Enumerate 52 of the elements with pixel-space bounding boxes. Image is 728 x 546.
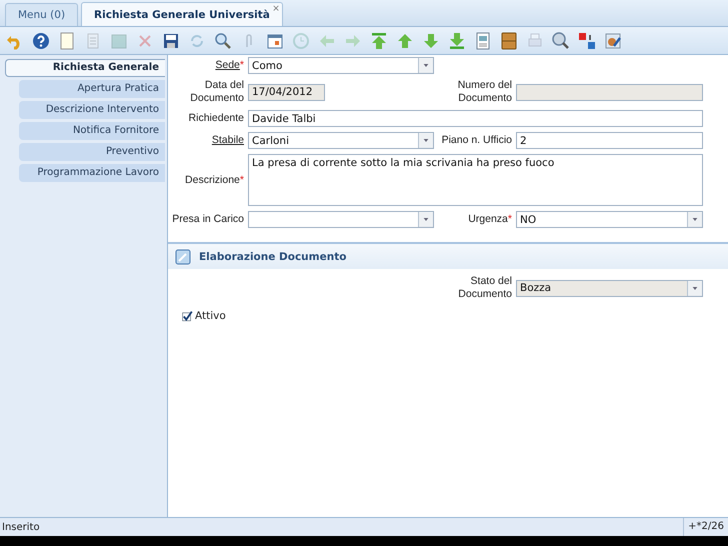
dropdown-arrow-icon[interactable] <box>418 212 433 227</box>
cabinet-icon[interactable] <box>500 32 518 50</box>
input-field[interactable] <box>516 84 703 100</box>
field-label: Numero del Documento <box>456 79 512 105</box>
field-label: Urgenza* <box>467 213 512 226</box>
dropdown-field[interactable]: Como <box>248 57 434 74</box>
top-arrow-icon[interactable] <box>370 32 388 50</box>
down-arrow-icon[interactable] <box>422 32 440 50</box>
tab[interactable]: Richiesta Generale Università × <box>81 2 283 26</box>
report-icon[interactable] <box>474 32 492 50</box>
sidebar-item[interactable]: Programmazione Lavoro <box>19 164 165 182</box>
calendar-icon[interactable] <box>266 32 284 50</box>
dropdown-field[interactable]: NO <box>516 211 703 228</box>
field-label: Stato del Documento <box>457 275 512 301</box>
sidebar-item[interactable]: Notifica Fornitore <box>19 122 165 140</box>
close-icon[interactable]: × <box>272 4 280 14</box>
sidebar-item[interactable]: Apertura Pratica <box>19 80 165 98</box>
tab[interactable]: Menu (0) <box>5 3 78 26</box>
field-label: Presa in Carico <box>172 213 244 226</box>
up-arrow-icon[interactable] <box>396 32 414 50</box>
input-field[interactable]: Davide Talbi <box>248 110 703 127</box>
dropdown-arrow-icon[interactable] <box>687 212 702 227</box>
input-field[interactable]: 2 <box>516 132 703 149</box>
dropdown-field[interactable]: Carloni <box>248 132 434 149</box>
dropdown-arrow-icon[interactable] <box>418 133 433 148</box>
date-field[interactable]: 17/04/2012 <box>248 84 325 100</box>
field-label: Piano n. Ufficio <box>440 134 512 147</box>
checkbox-label: Attivo <box>195 310 226 322</box>
field-label: Descrizione* <box>184 174 244 186</box>
dropdown-arrow-icon[interactable] <box>418 58 433 73</box>
field-label: Sede* <box>214 59 244 72</box>
document-icon[interactable] <box>58 32 76 50</box>
search-icon[interactable] <box>214 32 232 50</box>
sidebar-item[interactable]: Richiesta Generale <box>5 59 165 77</box>
record-position: +*2/26 <box>683 518 728 536</box>
bottom-arrow-icon[interactable] <box>448 32 466 50</box>
dropdown-field[interactable] <box>248 211 434 228</box>
status-message: Inserito <box>1 522 40 532</box>
save-icon[interactable] <box>162 32 180 50</box>
field-label: Data del Documento <box>189 79 244 105</box>
text-area[interactable]: La presa di corrente sotto la mia scrivania ha preso fuoco <box>248 154 703 206</box>
magnifier-icon[interactable] <box>552 32 570 50</box>
dropdown-arrow-icon[interactable] <box>687 280 702 296</box>
sidebar-item[interactable]: Descrizione Intervento <box>19 101 165 119</box>
field-label: Richiedente <box>188 112 244 125</box>
help-icon[interactable] <box>32 32 50 50</box>
field-label: Stabile <box>210 134 244 147</box>
checkbox[interactable] <box>182 310 193 322</box>
section-title: Elaborazione Documento <box>199 250 346 262</box>
edit-icon[interactable] <box>174 248 192 266</box>
dropdown-field[interactable]: Bozza <box>516 280 703 296</box>
sidebar-item[interactable]: Preventivo <box>19 143 165 161</box>
